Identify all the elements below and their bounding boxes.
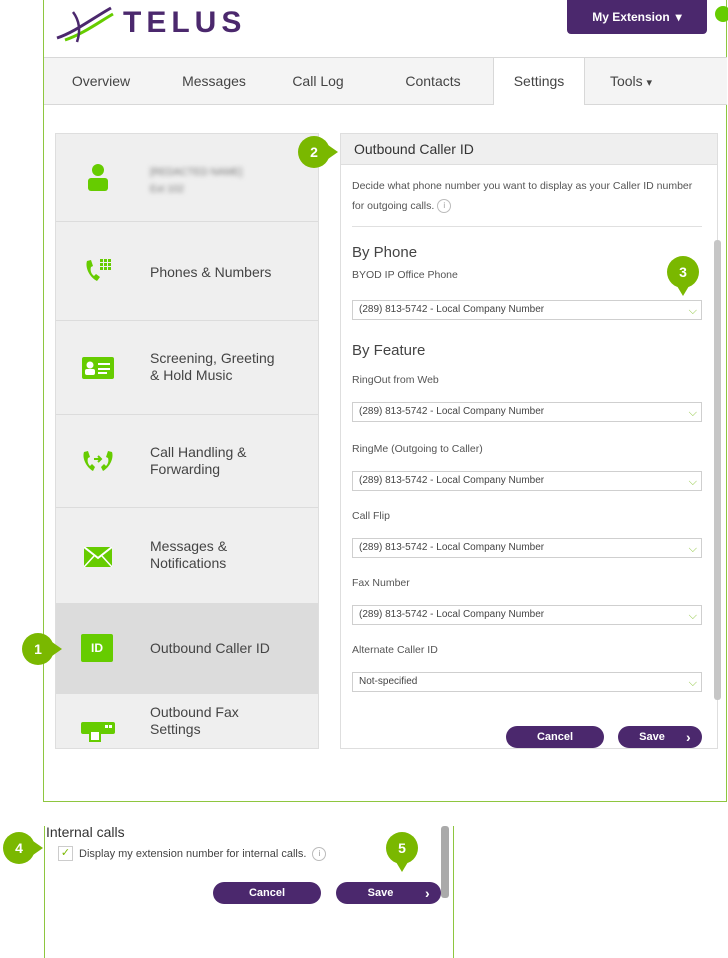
select-value: Not-specified <box>359 676 418 687</box>
user-name: [REDACTED NAME] <box>150 167 243 178</box>
menu-item-screening-greeting[interactable]: Screening, Greeting & Hold Music <box>56 321 318 415</box>
chevron-down-icon: ▾ <box>646 77 653 89</box>
divider <box>352 226 702 227</box>
tab-contacts[interactable]: Contacts <box>386 58 480 104</box>
chevron-down-icon: ⌵ <box>688 610 697 622</box>
cancel-label: Cancel <box>536 731 574 743</box>
main-nav: Overview Messages Call Log Contacts Sett… <box>44 57 727 105</box>
my-extension-button[interactable]: My Extension ▾ <box>567 0 707 34</box>
logo-text: TELUS <box>123 6 247 39</box>
panel-title: Outbound Caller ID <box>354 141 474 157</box>
panel-description: Decide what phone number you want to dis… <box>352 176 702 216</box>
field-label-call-flip: Call Flip <box>352 510 390 522</box>
settings-menu: [REDACTED NAME] Ext 102 Phones & Numbers… <box>55 133 319 749</box>
user-icon <box>81 162 115 192</box>
select-value: (289) 813-5742 - Local Company Number <box>359 406 545 417</box>
menu-label-messages: Messages & Notifications <box>150 538 228 571</box>
internal-save-label: Save <box>367 887 394 899</box>
tab-messages[interactable]: Messages <box>164 58 264 104</box>
call-flip-caller-id-select[interactable]: (289) 813-5742 - Local Company Number ⌵ <box>352 538 702 558</box>
id-badge-text: ID <box>91 641 103 655</box>
callout-1: 1 <box>22 633 62 665</box>
select-value: (289) 813-5742 - Local Company Number <box>359 304 545 315</box>
chevron-right-icon: › <box>686 729 691 745</box>
user-extension: Ext 102 <box>150 184 184 195</box>
chevron-right-icon: › <box>425 885 430 901</box>
select-value: (289) 813-5742 - Local Company Number <box>359 475 545 486</box>
panel-header: Outbound Caller ID <box>341 134 717 165</box>
envelope-icon <box>81 542 115 572</box>
presence-status-icon[interactable] <box>715 6 728 22</box>
ringme-caller-id-select[interactable]: (289) 813-5742 - Local Company Number ⌵ <box>352 471 702 491</box>
internal-calls-option: ✓ Display my extension number for intern… <box>58 846 327 861</box>
menu-item-user-profile[interactable]: [REDACTED NAME] Ext 102 <box>56 134 318 222</box>
call-forward-icon <box>81 447 115 477</box>
callout-4: 4 <box>3 832 43 864</box>
chevron-down-icon: ⌵ <box>688 305 697 317</box>
field-label-ringme: RingMe (Outgoing to Caller) <box>352 443 483 455</box>
callout-5: 5 <box>386 832 418 872</box>
tab-call-log[interactable]: Call Log <box>276 58 360 104</box>
menu-label-phones-numbers: Phones & Numbers <box>150 264 272 280</box>
select-value: (289) 813-5742 - Local Company Number <box>359 542 545 553</box>
tab-overview[interactable]: Overview <box>58 58 144 104</box>
internal-calls-checkbox[interactable]: ✓ <box>58 846 73 861</box>
internal-save-button[interactable]: Save › <box>336 882 441 904</box>
menu-label-outbound-caller-id: Outbound Caller ID <box>150 640 270 656</box>
internal-cancel-button[interactable]: Cancel <box>213 882 321 904</box>
field-label-alternate-caller-id: Alternate Caller ID <box>352 644 438 656</box>
field-label-fax-number: Fax Number <box>352 577 410 589</box>
info-icon[interactable]: i <box>437 199 452 214</box>
callout-3: 3 <box>667 256 699 296</box>
description-text: Decide what phone number you want to dis… <box>352 180 693 212</box>
menu-item-messages-notifications[interactable]: Messages & Notifications <box>56 508 318 604</box>
menu-item-phones-numbers[interactable]: Phones & Numbers <box>56 222 318 321</box>
menu-item-outbound-caller-id[interactable]: ID Outbound Caller ID <box>56 604 318 694</box>
phone-keypad-icon <box>81 256 115 286</box>
device-caller-id-select[interactable]: (289) 813-5742 - Local Company Number ⌵ <box>352 300 702 320</box>
by-feature-heading: By Feature <box>352 342 426 359</box>
id-badge-icon: ID <box>81 634 113 662</box>
fax-icon <box>81 714 115 744</box>
chevron-down-icon: ▾ <box>675 10 682 24</box>
internal-calls-title: Internal calls <box>46 824 125 840</box>
callout-2: 2 <box>298 136 338 168</box>
my-extension-label: My Extension <box>592 10 670 24</box>
internal-calls-scrollbar[interactable] <box>441 826 449 898</box>
panel-scrollbar[interactable] <box>714 240 721 700</box>
field-label-ringout: RingOut from Web <box>352 374 439 386</box>
select-value: (289) 813-5742 - Local Company Number <box>359 609 545 620</box>
info-icon[interactable]: i <box>312 846 327 861</box>
id-card-icon <box>81 353 115 383</box>
chevron-down-icon: ⌵ <box>688 407 697 419</box>
save-label: Save <box>639 731 665 743</box>
by-phone-heading: By Phone <box>352 244 418 261</box>
chevron-down-icon: ⌵ <box>688 476 697 488</box>
chevron-down-icon: ⌵ <box>688 677 697 689</box>
telus-logo: TELUS <box>55 2 265 46</box>
fax-number-caller-id-select[interactable]: (289) 813-5742 - Local Company Number ⌵ <box>352 605 702 625</box>
menu-label-call-handling: Call Handling & Forwarding <box>150 444 247 477</box>
menu-item-call-handling[interactable]: Call Handling & Forwarding <box>56 415 318 508</box>
internal-calls-label: Display my extension number for internal… <box>79 847 307 860</box>
tab-settings[interactable]: Settings <box>493 58 585 105</box>
alternate-caller-id-select[interactable]: Not-specified ⌵ <box>352 672 702 692</box>
menu-item-outbound-fax[interactable]: Outbound Fax Settings <box>56 694 318 748</box>
chevron-down-icon: ⌵ <box>688 543 697 555</box>
tab-tools-label: Tools <box>609 73 643 89</box>
tab-tools[interactable]: Tools ▾ <box>596 58 666 104</box>
cancel-button[interactable]: Cancel <box>506 726 604 748</box>
internal-cancel-label: Cancel <box>248 887 286 899</box>
device-label: BYOD IP Office Phone <box>352 269 458 281</box>
ringout-caller-id-select[interactable]: (289) 813-5742 - Local Company Number ⌵ <box>352 402 702 422</box>
menu-label-outbound-fax: Outbound Fax Settings <box>150 704 239 737</box>
telus-swirl-icon <box>56 6 114 43</box>
save-button[interactable]: Save › <box>618 726 702 748</box>
menu-label-screening: Screening, Greeting & Hold Music <box>150 350 275 383</box>
